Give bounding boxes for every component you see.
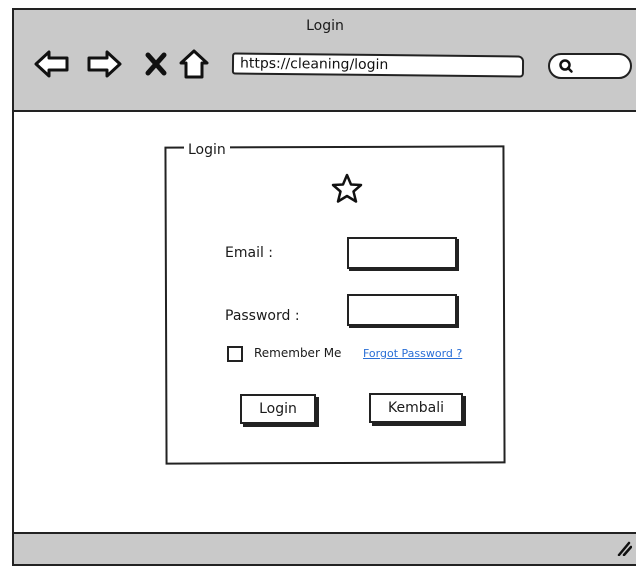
search-box[interactable] [548, 53, 632, 79]
email-field[interactable] [347, 237, 457, 269]
window-title: Login [306, 18, 344, 34]
login-button[interactable]: Login [240, 394, 316, 424]
home-icon[interactable] [174, 44, 214, 84]
browser-titlebar: Login https://cleaning/login [14, 10, 636, 112]
remember-me-label: Remember Me [254, 346, 342, 360]
password-field[interactable] [347, 294, 457, 326]
back-arrow-icon[interactable] [32, 44, 72, 84]
search-icon [558, 58, 574, 78]
password-label: Password : [225, 308, 300, 324]
star-icon [330, 172, 364, 208]
email-label: Email : [225, 245, 274, 261]
status-bar [14, 532, 636, 564]
forgot-password-link[interactable]: Forgot Password ? [363, 347, 462, 360]
kembali-button[interactable]: Kembali [369, 393, 463, 423]
remember-me-checkbox[interactable] [227, 346, 243, 362]
forward-arrow-icon[interactable] [84, 44, 124, 84]
login-legend: Login [184, 142, 230, 158]
resize-grip-icon[interactable] [616, 540, 633, 560]
close-icon[interactable] [136, 44, 176, 84]
url-bar[interactable]: https://cleaning/login [231, 52, 525, 78]
